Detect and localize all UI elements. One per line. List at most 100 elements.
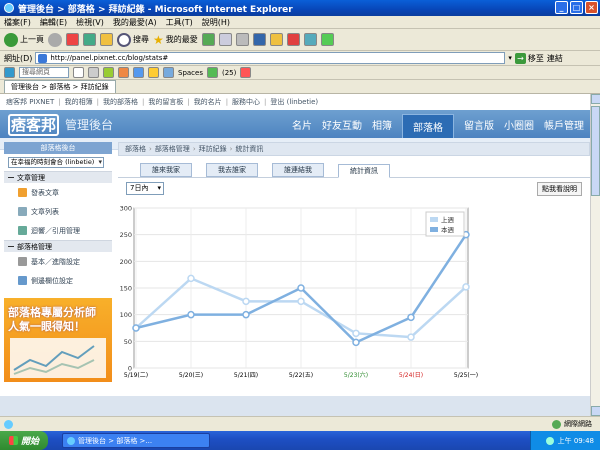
collapse-icon [8, 177, 14, 178]
crumb-visits[interactable]: 拜訪紀錄 [199, 144, 227, 154]
edit-icon[interactable] [252, 33, 266, 46]
crumb-blog-manage[interactable]: 部落格管理 [155, 144, 190, 154]
buddy-icon [206, 67, 218, 78]
go-button[interactable]: → 移至 [514, 52, 544, 64]
taskbar-ie-window[interactable]: 管理後台 > 部落格 >... [62, 433, 210, 448]
search-button[interactable]: 搜尋 [117, 32, 149, 47]
folder-icon[interactable] [269, 33, 283, 46]
ad-chart-image [10, 338, 106, 378]
forward-button[interactable] [48, 32, 62, 47]
search-go-icon[interactable] [73, 67, 84, 78]
buddy-count[interactable]: (25) [222, 69, 236, 77]
messenger-icon[interactable] [303, 33, 317, 46]
home-icon[interactable] [100, 33, 113, 46]
line-chart: 0501001502002503005/19(二) 5/20(三) 5/21(四) 5… [120, 205, 479, 380]
links-label[interactable]: 連結 [547, 53, 563, 64]
sidebar-item-new-post[interactable]: 發表文章 [4, 183, 112, 202]
analyst-ad-banner[interactable]: 部落格專屬分析師 人氣一眼得知！ [4, 298, 112, 382]
list-icon [18, 207, 27, 216]
data-point [242, 297, 250, 306]
blog-select[interactable]: 在幸福的時刻會合 (linbetie) [8, 157, 104, 168]
nav-card[interactable]: 名片 [292, 117, 312, 132]
address-input[interactable]: http://panel.pixnet.cc/blog/stats# [35, 52, 506, 64]
news-icon[interactable] [118, 67, 129, 78]
data-point [352, 338, 360, 347]
menu-edit[interactable]: 編輯(E) [40, 17, 67, 28]
nav-circle[interactable]: 小圈圈 [504, 117, 534, 132]
sidebar-item-widgets[interactable]: 側邊欄位設定 [4, 271, 112, 290]
maximize-button[interactable]: □ [570, 1, 583, 14]
sidebar-item-post-list[interactable]: 文章列表 [4, 202, 112, 221]
sidebar-item-comments[interactable]: 迴響／引用管理 [4, 221, 112, 240]
sidebar-item-settings[interactable]: 基本／進階設定 [4, 252, 112, 271]
x-tick-label: 5/20(三) [179, 372, 203, 379]
menu-favorites[interactable]: 我的最愛(A) [113, 17, 157, 28]
vertical-scrollbar[interactable] [590, 94, 600, 416]
scroll-up-button[interactable] [591, 94, 600, 104]
toplink-card[interactable]: 我的名片 [194, 97, 222, 107]
minimize-button[interactable]: _ [555, 1, 568, 14]
address-dropdown-icon[interactable]: ▾ [508, 54, 512, 62]
refresh-icon[interactable] [83, 33, 96, 46]
data-point [407, 333, 415, 341]
data-point [187, 310, 195, 319]
globe-icon [552, 419, 561, 429]
toplink-logout[interactable]: 登出 (linbetie) [270, 97, 318, 107]
y-tick-label: 100 [120, 311, 132, 319]
sidebar-section-articles[interactable]: 文章管理 [4, 171, 112, 183]
pixnet-logo[interactable]: 痞客邦 [0, 113, 60, 136]
toplink-service[interactable]: 服務中心 [232, 97, 260, 107]
data-point [352, 329, 360, 338]
tab-where-i-went[interactable]: 我去誰家 [206, 163, 258, 177]
alert-icon[interactable] [148, 67, 159, 78]
main-panel: 部落格 › 部落格管理 › 拜訪紀錄 › 統計資訊 誰來我家 我去誰家 誰連結我 統計… [118, 142, 590, 416]
block-icon[interactable] [240, 67, 252, 78]
print-icon[interactable] [235, 33, 249, 46]
nav-blog[interactable]: 部落格 [402, 114, 454, 138]
browser-tab[interactable]: 管理後台 > 部落格 > 拜訪紀錄 [4, 80, 116, 93]
main-nav: 名片 好友互動 相簿 部落格 留言版 小圈圈 帳戶管理 [292, 110, 584, 138]
history-icon[interactable] [201, 33, 215, 46]
menu-file[interactable]: 檔案(F) [4, 17, 31, 28]
research-icon[interactable] [286, 33, 300, 46]
start-button[interactable]: 開始 [0, 431, 48, 450]
tray-icon[interactable] [545, 436, 554, 445]
msn-icon[interactable] [4, 67, 15, 78]
back-button[interactable]: 上一頁 [4, 32, 44, 47]
address-bar: 網址(D) http://panel.pixnet.cc/blog/stats#… [0, 51, 600, 66]
nav-guestbook[interactable]: 留言版 [464, 117, 494, 132]
crumb-blog[interactable]: 部落格 [125, 144, 146, 154]
y-tick-label: 50 [124, 338, 132, 346]
spaces-link[interactable]: Spaces [178, 69, 203, 77]
toplink-guestbook[interactable]: 我的留言板 [148, 97, 183, 107]
toplink-pixnet[interactable]: 痞客邦 PIXNET [6, 97, 54, 107]
highlight-icon[interactable] [88, 67, 99, 78]
toplink-blog[interactable]: 我的部落格 [103, 97, 138, 107]
extra-icon[interactable] [320, 33, 334, 46]
tab-statistics[interactable]: 統計資訊 [338, 164, 390, 178]
menu-view[interactable]: 檢視(V) [76, 17, 104, 28]
nav-album[interactable]: 相簿 [372, 117, 392, 132]
data-point [407, 313, 415, 322]
menu-help[interactable]: 說明(H) [202, 17, 230, 28]
web-search-input[interactable]: 搜尋網頁 [19, 67, 69, 78]
toolbar-icon[interactable] [103, 67, 114, 78]
nav-friends[interactable]: 好友互動 [322, 117, 362, 132]
menu-tools[interactable]: 工具(T) [166, 17, 193, 28]
mail-icon[interactable] [218, 33, 232, 46]
scroll-thumb[interactable] [591, 106, 600, 196]
sidebar-header: 部落格後台 [4, 142, 112, 154]
nav-account[interactable]: 帳戶管理 [544, 117, 584, 132]
tab-who-linked[interactable]: 誰連結我 [272, 163, 324, 177]
mail-toolbar-icon[interactable] [133, 67, 144, 78]
scroll-down-button[interactable] [591, 406, 600, 416]
stop-icon[interactable] [66, 33, 79, 46]
tab-who-visited[interactable]: 誰來我家 [140, 163, 192, 177]
help-button[interactable]: 點我看說明 [537, 182, 582, 196]
sidebar-section-blog[interactable]: 部落格管理 [4, 240, 112, 252]
favorites-button[interactable]: ★ 我的最愛 [153, 33, 198, 47]
range-select[interactable]: 7日內 [126, 182, 164, 195]
close-button[interactable]: × [585, 1, 598, 14]
x-tick-label: 5/19(二) [124, 372, 148, 379]
toplink-album[interactable]: 我的相簿 [65, 97, 93, 107]
